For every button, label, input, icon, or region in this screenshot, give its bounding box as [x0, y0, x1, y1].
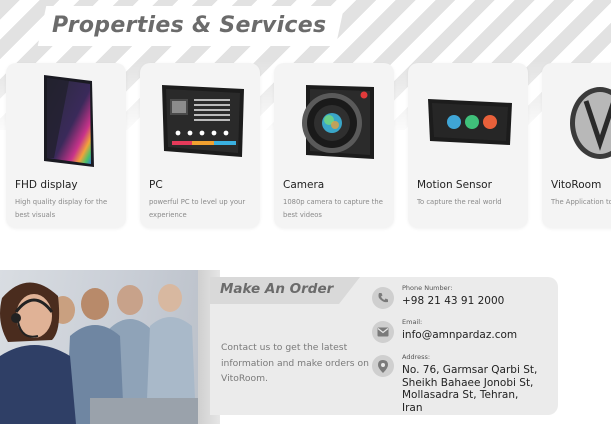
- order-title: Make An Order: [220, 281, 334, 297]
- address-label: Address:: [402, 353, 431, 361]
- email-label: Email:: [402, 318, 423, 326]
- order-description: Contact us to get the latest information…: [221, 342, 369, 384]
- section-title-wrapper: Properties & Services: [37, 6, 345, 46]
- location-pin-icon: [372, 355, 394, 377]
- product-card-motion-sensor[interactable]: Motion Sensor To capture the real world: [408, 63, 528, 228]
- product-card-pc[interactable]: PC powerful PC to level up your experien…: [140, 63, 260, 228]
- card-title: VitoRoom: [551, 179, 602, 191]
- pc-board-icon: [162, 85, 244, 157]
- card-title: FHD display: [15, 179, 78, 191]
- card-description: powerful PC to level up your experience: [149, 198, 246, 219]
- call-center-illustration: [0, 282, 210, 424]
- fhd-display-icon: [44, 75, 94, 167]
- motion-sensor-icon: [428, 99, 512, 145]
- phone-icon: [372, 287, 394, 309]
- card-title: Motion Sensor: [417, 179, 492, 191]
- card-description: High quality display for the best visual…: [15, 198, 108, 219]
- product-card-vitoroom[interactable]: VitoRoom The Application to run it all: [542, 63, 611, 228]
- phone-label: Phone Number:: [402, 284, 453, 292]
- vitoroom-logo-icon: [570, 87, 611, 159]
- product-cards-row: FHD display High quality display for the…: [6, 63, 611, 228]
- email-address[interactable]: info@amnpardaz.com: [402, 329, 517, 342]
- card-title: Camera: [283, 179, 325, 191]
- email-icon: [372, 321, 394, 343]
- call-center-photo: [0, 270, 210, 424]
- card-description: 1080p camera to capture the best videos: [283, 198, 383, 219]
- card-title: PC: [149, 179, 163, 191]
- product-card-fhd-display[interactable]: FHD display High quality display for the…: [6, 63, 126, 228]
- card-description: To capture the real world: [417, 198, 502, 206]
- section-title: Properties & Services: [52, 13, 327, 38]
- product-card-camera[interactable]: Camera 1080p camera to capture the best …: [274, 63, 394, 228]
- phone-number[interactable]: +98 21 43 91 2000: [402, 295, 504, 308]
- camera-icon: [302, 85, 374, 159]
- card-description: The Application to run it all: [551, 198, 611, 206]
- properties-section: Properties & Services FHD display High q…: [0, 0, 611, 240]
- address-text: No. 76, Garmsar Qarbi St, Sheikh Bahaee …: [402, 364, 538, 414]
- order-section: Make An Order Contact us to get the late…: [0, 268, 611, 428]
